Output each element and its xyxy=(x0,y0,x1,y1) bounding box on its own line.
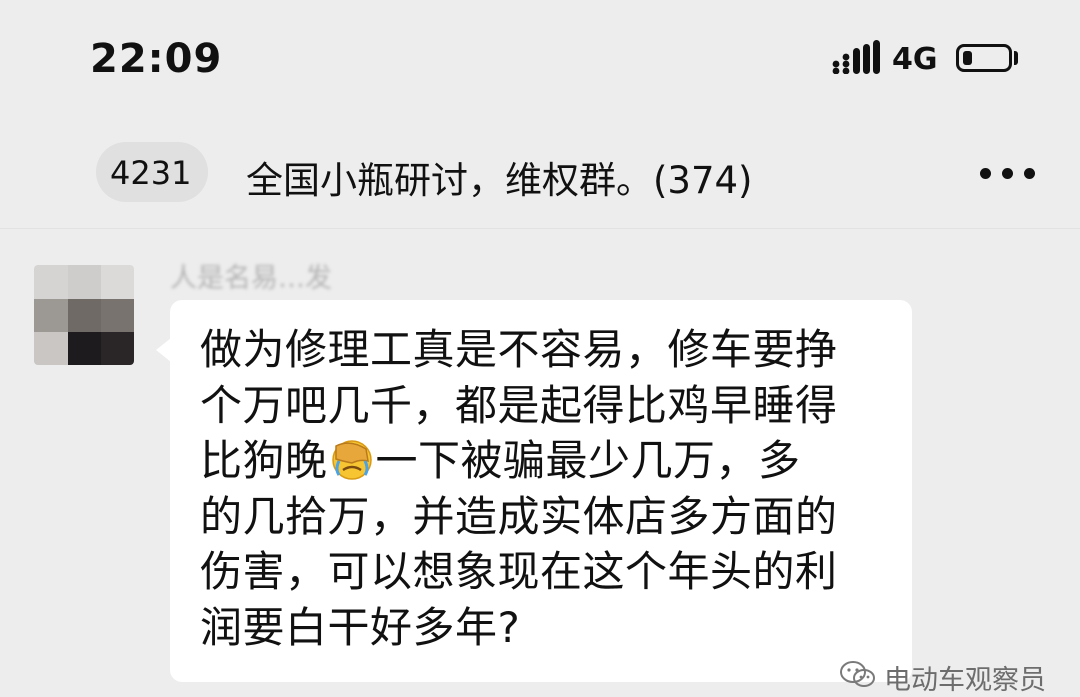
battery-icon xyxy=(956,44,1012,72)
network-type: 4G xyxy=(892,42,938,77)
message-text: 比狗晚 xyxy=(200,436,328,485)
watermark-text: 电动车观察员 xyxy=(884,665,1046,696)
facepalm-crying-emoji xyxy=(331,440,372,480)
status-bar: 22:09 4G xyxy=(0,0,1080,120)
chat-header: 4231 全国小瓶研讨，维权群。(374) xyxy=(0,128,1080,224)
wechat-icon xyxy=(840,661,875,687)
signal-icon xyxy=(832,40,880,74)
message-line: 个万吧几千，都是起得比鸡早睡得 xyxy=(200,380,838,430)
message-line: 伤害，可以想象现在这个年头的利 xyxy=(200,547,838,596)
bubble-tail xyxy=(156,338,171,362)
message-bubble[interactable]: 做为修理工真是不容易，修车要挣 个万吧几千，都是起得比鸡早睡得 比狗晚 一下被骗… xyxy=(170,300,912,682)
message-text: 一下被骗最少几万，多 xyxy=(375,436,801,485)
message-line: 润要白干好多年? xyxy=(200,602,521,652)
chat-title: 全国小瓶研讨，维权群。(374) xyxy=(246,159,753,202)
status-time: 22:09 xyxy=(90,36,223,82)
sender-name: 人是名易…发 xyxy=(170,263,332,294)
avatar[interactable] xyxy=(34,265,134,365)
more-dots-icon[interactable] xyxy=(980,168,1036,180)
header-divider xyxy=(0,228,1080,229)
unread-count[interactable]: 4231 xyxy=(110,154,191,192)
battery-cap xyxy=(1014,51,1018,65)
message-line: 做为修理工真是不容易，修车要挣 xyxy=(200,325,838,374)
message-line: 的几拾万，并造成实体店多方面的 xyxy=(200,491,838,541)
message-line: 比狗晚 一下被骗最少几万，多 xyxy=(200,433,888,489)
